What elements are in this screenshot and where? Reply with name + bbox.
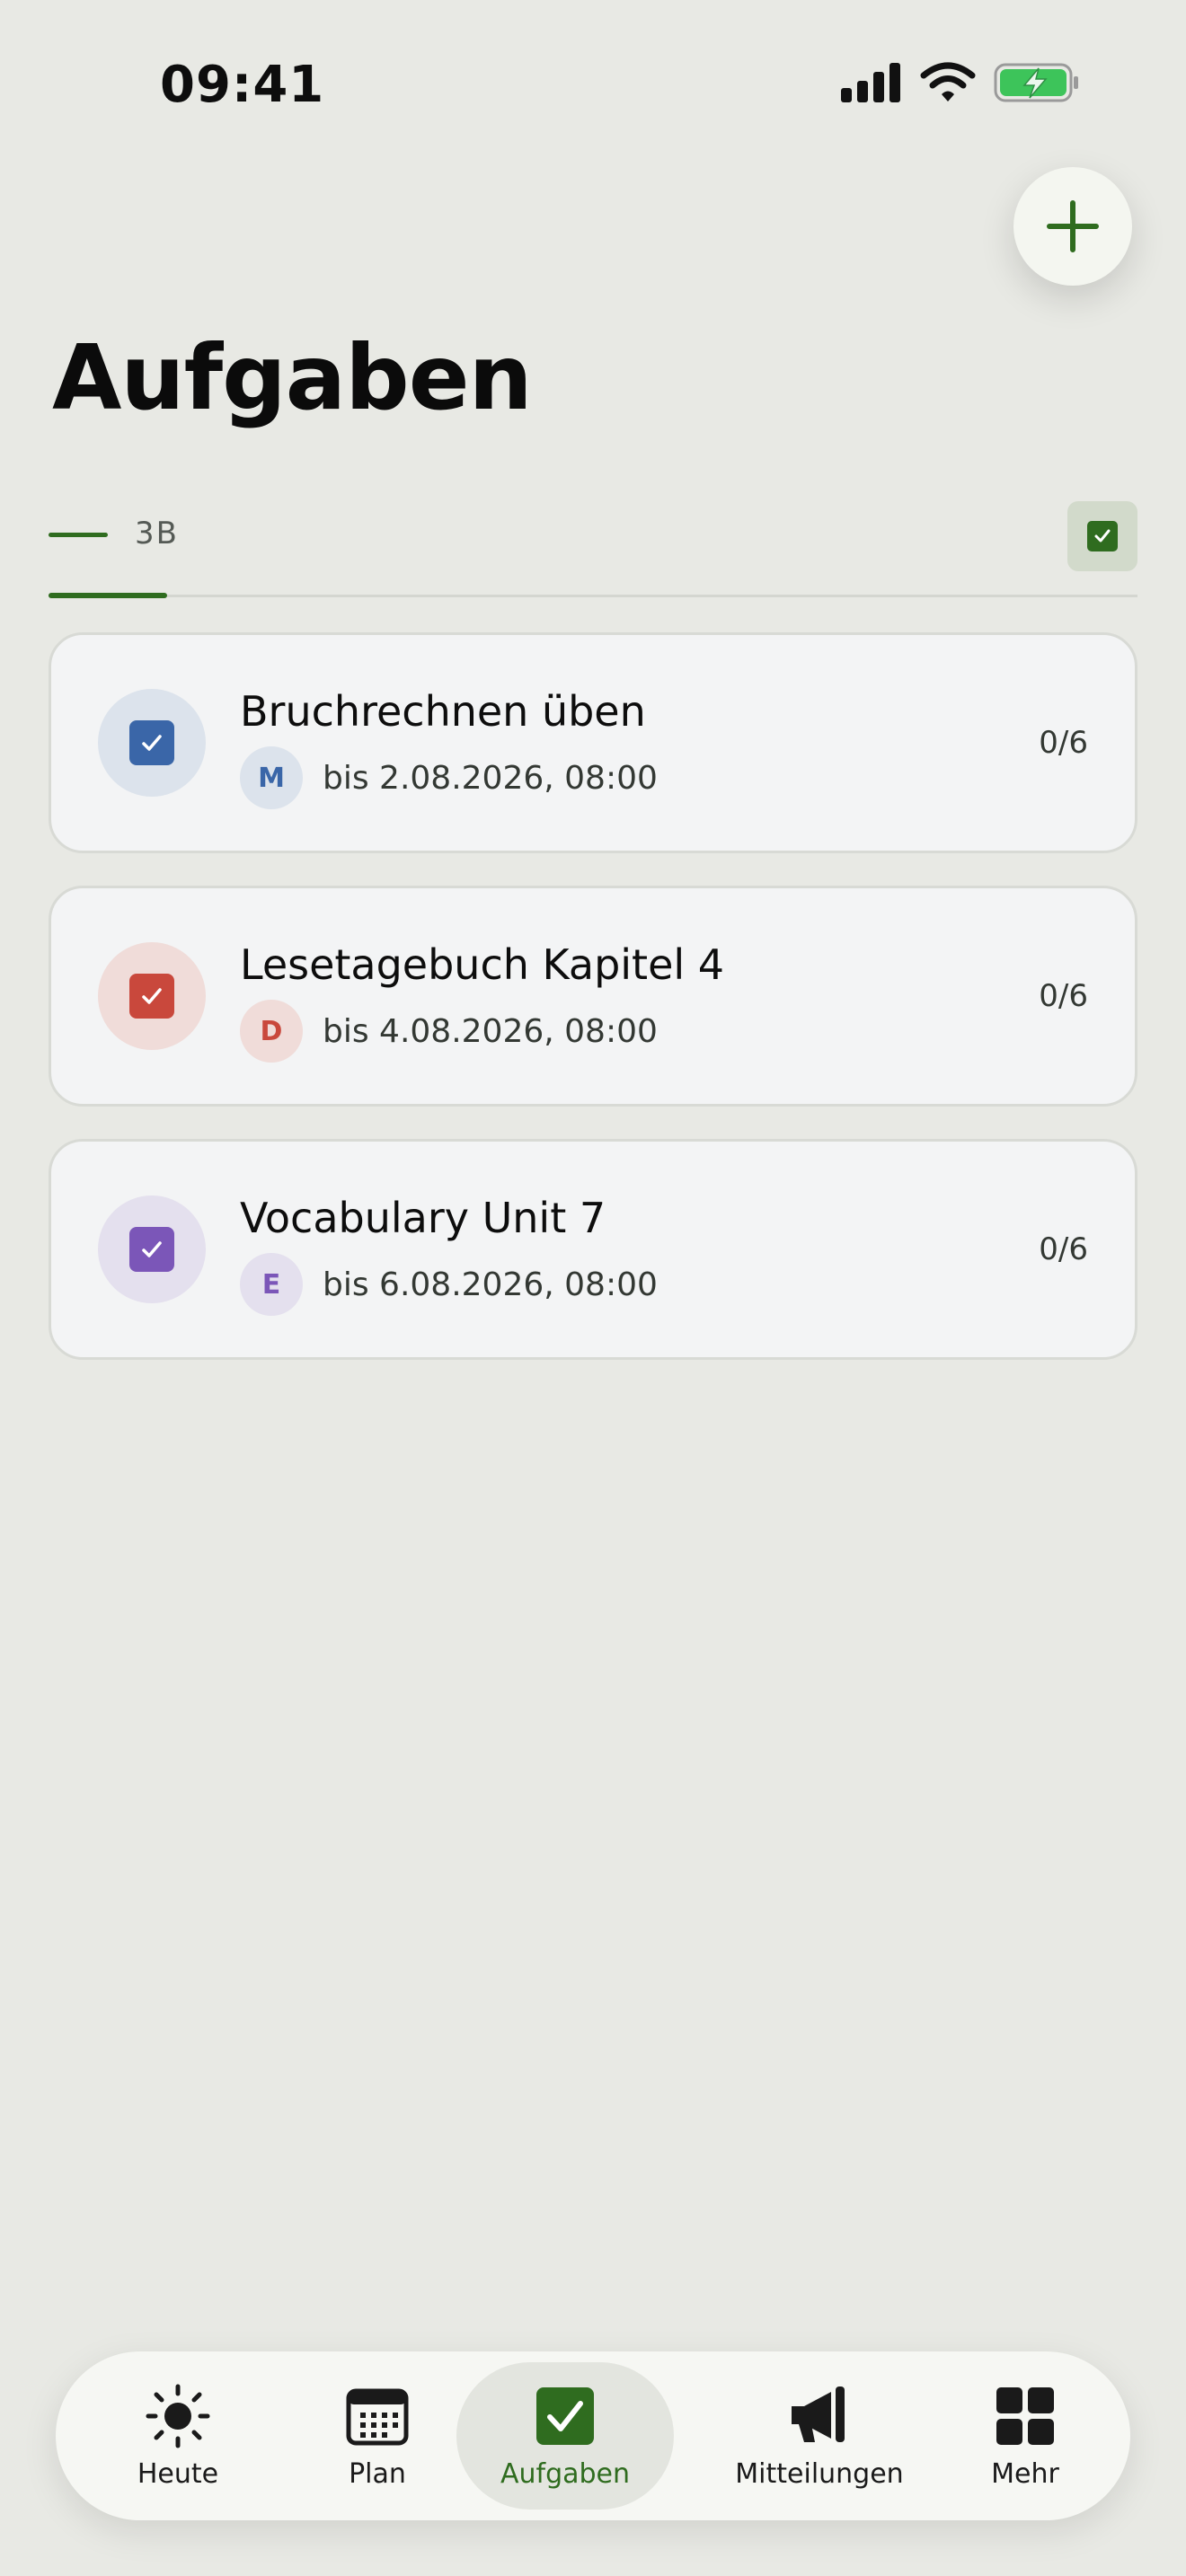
- tab-indicator-dash: [49, 533, 108, 537]
- task-title: Bruchrechnen üben: [240, 687, 646, 736]
- megaphone-icon: [792, 2386, 845, 2442]
- task-title: Lesetagebuch Kapitel 4: [240, 940, 725, 989]
- nav-item-heute[interactable]: Heute: [106, 2362, 250, 2510]
- nav-item-mitteilungen[interactable]: Mitteilungen: [703, 2362, 936, 2510]
- class-tabs: 3B: [49, 492, 1137, 600]
- status-time: 09:41: [160, 56, 325, 114]
- tab-underline-track: [49, 595, 1137, 597]
- checkbox-icon: [129, 1227, 174, 1272]
- grid-icon: [996, 2386, 1054, 2445]
- task-meta: M bis 2.08.2026, 08:00: [240, 746, 658, 809]
- nav-label: Mehr: [991, 2457, 1059, 2490]
- task-status-circle[interactable]: [98, 942, 206, 1050]
- task-due-date: bis 6.08.2026, 08:00: [323, 1266, 658, 1303]
- plus-icon: [1047, 200, 1099, 252]
- task-completion-count: 0/6: [1039, 1231, 1088, 1267]
- task-card[interactable]: Vocabulary Unit 7 E bis 6.08.2026, 08:00…: [49, 1139, 1137, 1360]
- task-card[interactable]: Bruchrechnen üben M bis 2.08.2026, 08:00…: [49, 632, 1137, 853]
- subject-badge: M: [240, 746, 303, 809]
- task-meta: E bis 6.08.2026, 08:00: [240, 1253, 658, 1316]
- subject-badge: D: [240, 1000, 303, 1063]
- tab-class-3b[interactable]: 3B: [135, 516, 179, 551]
- task-title: Vocabulary Unit 7: [240, 1194, 606, 1242]
- add-task-button[interactable]: [1013, 167, 1132, 286]
- nav-label: Heute: [137, 2457, 219, 2490]
- bottom-nav: Heute Plan Aufgaben Mitteilungen Mehr: [56, 2351, 1130, 2520]
- nav-label: Aufgaben: [500, 2457, 631, 2490]
- task-completion-count: 0/6: [1039, 978, 1088, 1014]
- nav-item-aufgaben[interactable]: Aufgaben: [456, 2362, 674, 2510]
- page-title: Aufgaben: [52, 325, 533, 430]
- nav-item-plan[interactable]: Plan: [305, 2362, 449, 2510]
- task-card[interactable]: Lesetagebuch Kapitel 4 D bis 4.08.2026, …: [49, 886, 1137, 1107]
- wifi-icon: [920, 62, 976, 101]
- select-mode-button[interactable]: [1067, 501, 1137, 571]
- checkbox-icon: [129, 974, 174, 1019]
- subject-badge: E: [240, 1253, 303, 1316]
- task-status-circle[interactable]: [98, 1195, 206, 1303]
- task-completion-count: 0/6: [1039, 725, 1088, 761]
- status-icons: [839, 61, 1080, 104]
- checkbox-icon: [129, 720, 174, 765]
- nav-item-mehr[interactable]: Mehr: [958, 2362, 1093, 2510]
- checkbox-icon: [536, 2386, 594, 2445]
- sun-icon: [146, 2384, 210, 2448]
- task-due-date: bis 4.08.2026, 08:00: [323, 1012, 658, 1050]
- task-due-date: bis 2.08.2026, 08:00: [323, 759, 658, 797]
- task-meta: D bis 4.08.2026, 08:00: [240, 1000, 658, 1063]
- battery-charging-icon: [994, 63, 1078, 102]
- nav-label: Mitteilungen: [735, 2457, 904, 2490]
- cellular-signal-icon: [841, 63, 900, 102]
- task-list: Bruchrechnen üben M bis 2.08.2026, 08:00…: [49, 632, 1137, 1392]
- checkbox-icon: [1087, 521, 1118, 551]
- nav-label: Plan: [349, 2457, 406, 2490]
- calendar-icon: [346, 2388, 409, 2445]
- status-bar: 09:41: [0, 0, 1186, 171]
- task-status-circle[interactable]: [98, 689, 206, 797]
- tab-active-underline: [49, 593, 167, 598]
